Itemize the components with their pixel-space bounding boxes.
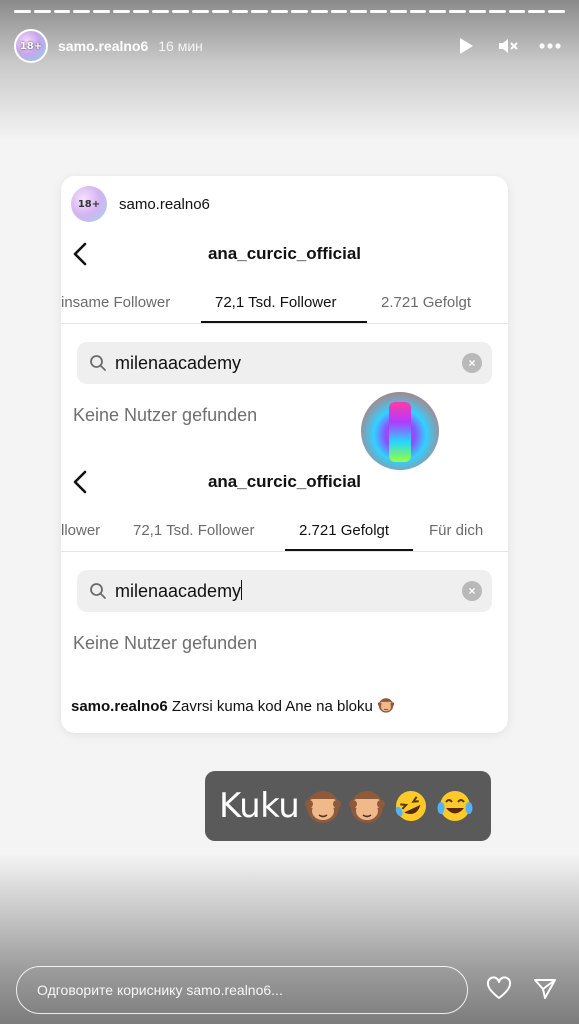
progress-segment	[251, 10, 269, 13]
follow-tabs-1: insame Follower 72,1 Tsd. Follower 2.721…	[61, 284, 508, 324]
tab-followers: 72,1 Tsd. Follower	[215, 294, 337, 311]
clear-search-icon: ×	[462, 581, 482, 601]
progress-segment	[449, 10, 466, 13]
active-tab-indicator	[201, 321, 367, 323]
post-avatar-text: 18+	[77, 198, 101, 210]
text-sticker: Kuku	[205, 771, 491, 841]
text-caret	[241, 580, 243, 600]
shared-post-card[interactable]: 18+ samo.realno6 ana_curcic_official ins…	[61, 176, 508, 733]
empty-state-1: Keine Nutzer gefunden	[73, 405, 258, 425]
reply-placeholder: Одговорите кориснику samo.realno6...	[37, 982, 283, 998]
search-value-2-text: milenaacademy	[115, 581, 242, 601]
tab-for-you: Für dich	[429, 522, 484, 539]
tab-mutual-followers: insame Follower	[61, 294, 171, 311]
profile-title-2: ana_curcic_official	[207, 472, 362, 491]
clear-search-icon: ×	[462, 353, 482, 373]
progress-segment	[231, 10, 249, 13]
empty-state-2: Keine Nutzer gefunden	[73, 633, 258, 653]
profile-header-1: ana_curcic_official	[61, 234, 508, 274]
story-avatar[interactable]: 18+	[14, 29, 48, 63]
rolling-on-floor-laughing-icon	[391, 786, 431, 826]
progress-segment	[488, 10, 506, 13]
progress-segment	[14, 10, 31, 13]
progress-segment	[211, 10, 229, 13]
play-icon[interactable]	[455, 35, 477, 57]
see-no-evil-monkey-icon	[303, 786, 343, 826]
search-icon	[89, 354, 107, 372]
progress-segment	[93, 10, 110, 13]
send-icon[interactable]	[532, 976, 558, 1002]
see-no-evil-monkey-icon	[377, 696, 395, 718]
story-avatar-text: 18+	[19, 40, 43, 52]
progress-segment	[172, 10, 190, 13]
sticker-text: Kuku	[219, 786, 300, 826]
post-author[interactable]: 18+ samo.realno6	[71, 186, 210, 222]
progress-segment	[192, 10, 209, 13]
mute-icon[interactable]	[497, 35, 519, 57]
post-author-avatar: 18+	[71, 186, 107, 222]
search-field-1: milenaacademy ×	[77, 342, 492, 384]
story-top-gradient	[0, 0, 579, 140]
progress-segment	[132, 10, 150, 13]
progress-segment	[310, 10, 328, 13]
search-field-2: milenaacademy ×	[77, 570, 492, 612]
progress-segment	[112, 10, 130, 13]
reply-input[interactable]: Одговорите кориснику samo.realno6...	[16, 966, 468, 1014]
search-value-1: milenaacademy	[115, 352, 242, 373]
tab-following: 2.721 Gefolgt	[381, 294, 472, 311]
progress-segment	[429, 10, 447, 13]
progress-segment	[468, 10, 486, 13]
search-icon	[89, 582, 107, 600]
more-options-icon[interactable]	[539, 35, 561, 57]
active-tab-indicator	[285, 549, 413, 551]
search-value-2: milenaacademy	[115, 580, 243, 602]
progress-segment	[409, 10, 427, 13]
tab-followers: 72,1 Tsd. Follower	[133, 522, 255, 539]
story-header: 18+ samo.realno6 16 мин	[14, 28, 565, 64]
progress-segment	[330, 10, 348, 13]
progress-segment	[271, 10, 288, 13]
progress-segment	[548, 10, 565, 13]
post-author-name: samo.realno6	[119, 195, 210, 213]
progress-segment	[73, 10, 91, 13]
progress-segment	[370, 10, 387, 13]
tab-following: 2.721 Gefolgt	[299, 522, 390, 539]
progress-segment	[152, 10, 170, 13]
tears-of-joy-icon	[435, 786, 475, 826]
see-no-evil-monkey-icon	[347, 786, 387, 826]
profile-photo-overlay	[361, 392, 439, 470]
story-username[interactable]: samo.realno6	[58, 38, 148, 54]
progress-segment	[508, 10, 526, 13]
tab-followers-partial: llower	[61, 522, 101, 539]
progress-segment	[350, 10, 368, 13]
progress-segment	[528, 10, 546, 13]
heart-icon[interactable]	[486, 976, 512, 1002]
progress-segment	[53, 10, 71, 13]
progress-segment	[290, 10, 308, 13]
caption-username: samo.realno6	[71, 698, 168, 715]
profile-title-1: ana_curcic_official	[207, 244, 362, 263]
post-caption: samo.realno6 Zavrsi kuma kod Ane na blok…	[71, 696, 395, 718]
progress-segment	[389, 10, 407, 13]
progress-segment	[33, 10, 51, 13]
story-progress-bar	[14, 10, 565, 13]
follow-tabs-2: llower 72,1 Tsd. Follower 2.721 Gefolgt …	[61, 512, 508, 552]
profile-header-2: ana_curcic_official	[61, 462, 508, 502]
story-timestamp: 16 мин	[158, 38, 203, 54]
caption-text: Zavrsi kuma kod Ane na bloku	[171, 698, 373, 715]
